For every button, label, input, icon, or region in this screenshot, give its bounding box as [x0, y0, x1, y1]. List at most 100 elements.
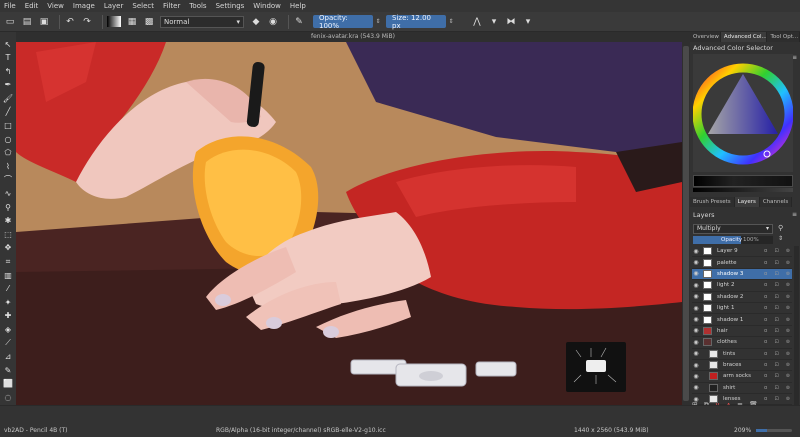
- crop-tool-icon[interactable]: ⌗: [2, 256, 14, 268]
- alpha-lock-icon[interactable]: α: [764, 339, 767, 345]
- rectangular-selection-tool-icon[interactable]: ⬜: [2, 378, 14, 390]
- tab-channels[interactable]: Channels: [759, 197, 793, 207]
- select-shapes-tool-icon[interactable]: ↖: [2, 38, 14, 50]
- inherit-alpha-icon[interactable]: ⊡: [774, 317, 778, 323]
- freehand-path-tool-icon[interactable]: ∿: [2, 188, 14, 200]
- visibility-eye-icon[interactable]: ◉: [692, 384, 700, 391]
- blend-mode-select[interactable]: Normal ▾: [160, 15, 244, 28]
- lock-icon[interactable]: ⊚: [786, 260, 790, 266]
- menu-item-filter[interactable]: Filter: [163, 2, 180, 10]
- lock-icon[interactable]: ⊚: [786, 282, 790, 288]
- size-slider[interactable]: Size: 12.00 px: [386, 14, 446, 30]
- inherit-alpha-icon[interactable]: ⊡: [774, 260, 778, 266]
- alpha-lock-icon[interactable]: α: [764, 373, 767, 379]
- visibility-eye-icon[interactable]: ◉: [692, 259, 700, 266]
- layer-row[interactable]: ◉ hair α ⊡ ⊚: [692, 326, 792, 338]
- visibility-eye-icon[interactable]: ◉: [692, 270, 700, 277]
- alpha-lock-icon[interactable]: α: [764, 317, 767, 323]
- opacity-stepper[interactable]: ⇕: [374, 15, 382, 28]
- polyline-tool-icon[interactable]: ⌇: [2, 160, 14, 172]
- lock-icon[interactable]: ⊚: [786, 373, 790, 379]
- pattern-icon[interactable]: ▦: [126, 16, 138, 28]
- lock-icon[interactable]: ⊚: [786, 385, 790, 391]
- alpha-lock-icon[interactable]: α: [764, 294, 767, 300]
- tab-brush-presets[interactable]: Brush Presets: [690, 197, 735, 207]
- ellipse-tool-icon[interactable]: ○: [2, 133, 14, 145]
- preserve-alpha-icon[interactable]: ◉: [267, 16, 279, 28]
- visibility-eye-icon[interactable]: ◉: [692, 362, 700, 369]
- eraser-mode-icon[interactable]: ◆: [250, 16, 262, 28]
- tab-advanced-color[interactable]: Advanced Col...: [720, 32, 768, 42]
- tab-overview[interactable]: Overview: [690, 32, 721, 42]
- layers-menu-icon[interactable]: ≡: [792, 211, 797, 218]
- inherit-alpha-icon[interactable]: ⊡: [774, 294, 778, 300]
- layer-row[interactable]: ◉ palette α ⊡ ⊚: [692, 257, 792, 269]
- menu-item-settings[interactable]: Settings: [216, 2, 245, 10]
- visibility-eye-icon[interactable]: ◉: [692, 282, 700, 289]
- opacity-stepper[interactable]: ⇕: [778, 235, 783, 242]
- reference-images-tool-icon[interactable]: ✎: [2, 364, 14, 376]
- colorize-mask-tool-icon[interactable]: ✦: [2, 296, 14, 308]
- fill-tool-icon[interactable]: ◈: [2, 323, 14, 335]
- color-picker-tool-icon[interactable]: ⁄: [2, 283, 14, 295]
- visibility-eye-icon[interactable]: ◉: [692, 350, 700, 357]
- layer-row[interactable]: ◉ Layer 9 α ⊡ ⊚: [692, 246, 792, 258]
- redo-icon[interactable]: ↷: [81, 16, 93, 28]
- layer-row[interactable]: ◉ light 1 α ⊡ ⊚: [692, 303, 792, 315]
- menu-item-image[interactable]: Image: [73, 2, 95, 10]
- gradient-tool-icon[interactable]: ▥: [2, 269, 14, 281]
- tab-tool-options[interactable]: Tool Opt...: [767, 32, 800, 42]
- new-document-icon[interactable]: ▭: [4, 16, 16, 28]
- zoom-slider[interactable]: [756, 429, 792, 432]
- alpha-lock-icon[interactable]: α: [764, 305, 767, 311]
- mirror-horizontal-icon[interactable]: ⋀: [471, 16, 483, 28]
- menu-item-window[interactable]: Window: [253, 2, 281, 10]
- inherit-alpha-icon[interactable]: ⊡: [774, 248, 778, 254]
- multibrush-tool-icon[interactable]: ✱: [2, 215, 14, 227]
- lock-icon[interactable]: ⊚: [786, 271, 790, 277]
- scrollbar-thumb[interactable]: [683, 46, 689, 401]
- lock-icon[interactable]: ⊚: [786, 305, 790, 311]
- wrap-menu-icon[interactable]: ▾: [522, 16, 534, 28]
- freehand-brush-tool-icon[interactable]: 🖌: [2, 92, 14, 104]
- visibility-eye-icon[interactable]: ◉: [692, 293, 700, 300]
- mirror-menu-icon[interactable]: ▾: [488, 16, 500, 28]
- reload-preset-icon[interactable]: ✎: [293, 16, 305, 28]
- menu-item-layer[interactable]: Layer: [104, 2, 124, 10]
- layer-row[interactable]: ◉ shirt α ⊡ ⊚: [692, 383, 792, 395]
- visibility-eye-icon[interactable]: ◉: [692, 339, 700, 346]
- inherit-alpha-icon[interactable]: ⊡: [774, 362, 778, 368]
- mirror-vertical-icon[interactable]: ⧓: [505, 16, 517, 28]
- layer-row[interactable]: ◉ braces α ⊡ ⊚: [692, 360, 792, 372]
- layer-row[interactable]: ◉ light 2 α ⊡ ⊚: [692, 280, 792, 292]
- inherit-alpha-icon[interactable]: ⊡: [774, 282, 778, 288]
- color-wheel-icon[interactable]: [692, 54, 794, 172]
- layer-row[interactable]: ◉ arm socks α ⊡ ⊚: [692, 371, 792, 383]
- layer-row[interactable]: ◉ shadow 2 α ⊡ ⊚: [692, 292, 792, 303]
- inherit-alpha-icon[interactable]: ⊡: [774, 373, 778, 379]
- calligraphy-tool-icon[interactable]: ✒: [2, 79, 14, 91]
- alpha-lock-icon[interactable]: α: [764, 328, 767, 334]
- color-patches[interactable]: [693, 188, 793, 192]
- alpha-lock-icon[interactable]: α: [764, 260, 767, 266]
- menu-item-tools[interactable]: Tools: [189, 2, 206, 10]
- polygon-tool-icon[interactable]: ⬠: [2, 147, 14, 159]
- visibility-eye-icon[interactable]: ◉: [692, 305, 700, 312]
- layer-row[interactable]: ◉ tints α ⊡ ⊚: [692, 349, 792, 360]
- menu-item-file[interactable]: File: [4, 2, 16, 10]
- alpha-lock-icon[interactable]: α: [764, 271, 767, 277]
- save-icon[interactable]: ▣: [38, 16, 50, 28]
- lock-icon[interactable]: ⊚: [786, 339, 790, 345]
- layer-row[interactable]: ◉ shadow 3 α ⊡ ⊚: [692, 268, 792, 281]
- alpha-lock-icon[interactable]: α: [764, 351, 767, 357]
- lock-icon[interactable]: ⊚: [786, 351, 790, 357]
- bezier-tool-icon[interactable]: ⌒: [2, 174, 14, 186]
- layer-blend-mode-select[interactable]: Multiply ▾: [693, 224, 773, 234]
- smart-patch-tool-icon[interactable]: ✚: [2, 310, 14, 322]
- menu-item-help[interactable]: Help: [290, 2, 306, 10]
- menu-item-select[interactable]: Select: [132, 2, 154, 10]
- inherit-alpha-icon[interactable]: ⊡: [774, 328, 778, 334]
- alpha-lock-icon[interactable]: α: [764, 248, 767, 254]
- alpha-lock-icon[interactable]: α: [764, 385, 767, 391]
- layer-row[interactable]: ◉ clothes α ⊡ ⊚: [692, 337, 792, 349]
